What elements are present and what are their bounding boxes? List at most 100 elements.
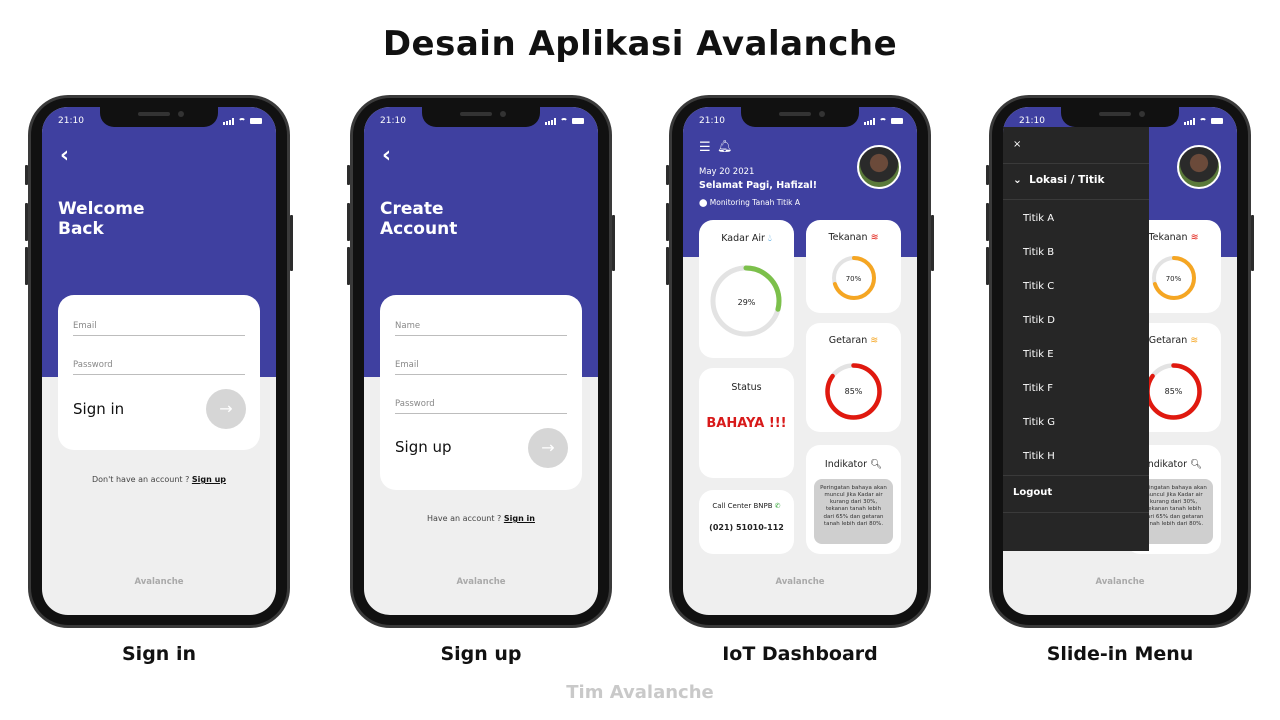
brand-label: Avalanche bbox=[1095, 577, 1145, 587]
vibration-icon: ≋ bbox=[870, 335, 879, 346]
avatar[interactable] bbox=[857, 145, 901, 189]
call-center-card[interactable]: Call Center BNPB ✆ (021) 51010-112 bbox=[699, 490, 794, 554]
arrow-right-icon: → bbox=[219, 399, 233, 418]
signal-icon bbox=[864, 117, 875, 125]
search-doc-icon: 🔍︎ bbox=[1190, 459, 1203, 470]
getaran-title: Getaran ≋ bbox=[806, 335, 901, 346]
kadar-air-card[interactable]: Kadar Air 💧︎ 29% bbox=[699, 220, 794, 358]
vibration-icon: ≋ bbox=[1190, 335, 1199, 346]
signup-screen: 21:10 ‹ Create Account Name Email Passwo… bbox=[364, 107, 598, 615]
signin-link[interactable]: Sign in bbox=[504, 514, 535, 523]
signup-label: Sign up bbox=[395, 438, 452, 456]
status-bar: 21:10 bbox=[380, 115, 584, 127]
status-bar: 21:10 bbox=[699, 115, 903, 127]
drawer-item-titik-g[interactable]: Titik G bbox=[1023, 417, 1055, 428]
signin-prompt: Have an account ? Sign in bbox=[364, 514, 598, 523]
kadar-air-value: 29% bbox=[737, 298, 756, 307]
close-icon[interactable]: × bbox=[1013, 139, 1021, 150]
bell-icon[interactable]: 🔔︎ bbox=[717, 140, 732, 152]
call-center-title: Call Center BNPB ✆ bbox=[699, 502, 794, 510]
phone-menu: 21:10 Tekanan ≋ 70% Getaran ≋ 85% Indika… bbox=[986, 95, 1254, 628]
water-drop-icon: 💧︎ bbox=[767, 233, 772, 244]
phone-icon: ✆ bbox=[774, 502, 781, 510]
getaran-value: 85% bbox=[844, 387, 863, 396]
status-value: BAHAYA !!! bbox=[706, 416, 787, 431]
name-field[interactable]: Name bbox=[395, 321, 567, 336]
status-title: Status bbox=[731, 382, 762, 393]
greeting-label: Selamat Pagi, Hafizal! bbox=[699, 180, 818, 191]
battery-icon bbox=[572, 118, 584, 124]
signup-prompt: Don't have an account ? Sign up bbox=[42, 475, 276, 484]
caption-signin: Sign in bbox=[122, 643, 196, 665]
password-field[interactable]: Password bbox=[73, 360, 245, 375]
tekanan-label: Tekanan bbox=[1148, 232, 1188, 243]
pressure-icon: ≋ bbox=[1190, 232, 1199, 243]
chevron-down-icon: ⌄ bbox=[1013, 174, 1022, 186]
drawer-section-header[interactable]: ⌄ Lokasi / Titik bbox=[1013, 174, 1104, 186]
drawer-item-titik-d[interactable]: Titik D bbox=[1023, 315, 1055, 326]
call-center-label: Call Center BNPB bbox=[712, 502, 773, 510]
battery-icon bbox=[891, 118, 903, 124]
indikator-card: Indikator 🔍︎ Peringatan bahaya akan munc… bbox=[806, 445, 901, 554]
page-title: Desain Aplikasi Avalanche bbox=[382, 24, 898, 64]
dashboard-screen: 21:10 ☰ 🔔︎ May 20 2021 Selamat Pagi, Haf… bbox=[683, 107, 917, 615]
signin-heading: Welcome Back bbox=[58, 199, 145, 239]
drawer-item-titik-a[interactable]: Titik A bbox=[1023, 213, 1054, 224]
location-pin-icon: ⬤ bbox=[699, 198, 708, 207]
brand-label: Avalanche bbox=[775, 577, 825, 587]
status-card: Status BAHAYA !!! bbox=[699, 368, 794, 478]
avatar bbox=[1177, 145, 1221, 189]
password-field[interactable]: Password bbox=[395, 399, 567, 414]
tekanan-card[interactable]: Tekanan ≋ 70% bbox=[806, 220, 901, 313]
back-icon[interactable]: ‹ bbox=[60, 145, 69, 167]
signin-screen: 21:10 ‹ Welcome Back Email Password Sign… bbox=[42, 107, 276, 615]
email-field[interactable]: Email bbox=[395, 360, 567, 375]
drawer-section-label: Lokasi / Titik bbox=[1029, 174, 1105, 186]
signup-link[interactable]: Sign up bbox=[192, 475, 226, 484]
tekanan-title: Tekanan ≋ bbox=[806, 232, 901, 243]
wifi-icon bbox=[1199, 118, 1207, 124]
kadar-air-label: Kadar Air bbox=[721, 233, 765, 244]
tekanan-label: Tekanan bbox=[828, 232, 868, 243]
menu-screen: 21:10 Tekanan ≋ 70% Getaran ≋ 85% Indika… bbox=[1003, 107, 1237, 615]
caption-dashboard: IoT Dashboard bbox=[722, 643, 878, 665]
hamburger-menu-icon[interactable]: ☰ bbox=[699, 141, 711, 154]
phone-signin: 21:10 ‹ Welcome Back Email Password Sign… bbox=[25, 95, 293, 628]
caption-signup: Sign up bbox=[440, 643, 522, 665]
drawer-item-titik-f[interactable]: Titik F bbox=[1023, 383, 1053, 394]
slide-in-drawer: × ⌄ Lokasi / Titik Titik A Titik B Titik… bbox=[1003, 127, 1149, 551]
signup-heading: Create Account bbox=[380, 199, 458, 239]
back-icon[interactable]: ‹ bbox=[382, 145, 391, 167]
signin-label: Sign in bbox=[73, 400, 125, 418]
status-time: 21:10 bbox=[380, 116, 406, 126]
email-field[interactable]: Email bbox=[73, 321, 245, 336]
arrow-right-icon: → bbox=[541, 438, 555, 457]
location-text: Monitoring Tanah Titik A bbox=[709, 198, 801, 207]
signin-submit-button[interactable]: → bbox=[206, 389, 246, 429]
brand-label: Avalanche bbox=[456, 577, 506, 587]
signin-card: Email Password Sign in → bbox=[58, 295, 260, 450]
signal-icon bbox=[223, 117, 234, 125]
status-time: 21:10 bbox=[58, 116, 84, 126]
drawer-item-titik-h[interactable]: Titik H bbox=[1023, 451, 1055, 462]
drawer-item-titik-e[interactable]: Titik E bbox=[1023, 349, 1054, 360]
drawer-item-titik-b[interactable]: Titik B bbox=[1023, 247, 1054, 258]
caption-menu: Slide-in Menu bbox=[1046, 643, 1194, 665]
wifi-icon bbox=[560, 118, 568, 124]
drawer-item-titik-c[interactable]: Titik C bbox=[1023, 281, 1054, 292]
signal-icon bbox=[1184, 117, 1195, 125]
signup-submit-button[interactable]: → bbox=[528, 428, 568, 468]
indikator-label: Indikator bbox=[1144, 459, 1187, 470]
battery-icon bbox=[1211, 118, 1223, 124]
status-time: 21:10 bbox=[1019, 116, 1045, 126]
brand-label: Avalanche bbox=[134, 577, 184, 587]
getaran-card[interactable]: Getaran ≋ 85% bbox=[806, 323, 901, 432]
logout-button[interactable]: Logout bbox=[1013, 487, 1052, 498]
phone-dashboard: 21:10 ☰ 🔔︎ May 20 2021 Selamat Pagi, Haf… bbox=[666, 95, 934, 628]
kadar-air-title: Kadar Air 💧︎ bbox=[699, 233, 794, 244]
getaran-label: Getaran bbox=[1148, 335, 1188, 346]
signin-prompt-text: Have an account ? bbox=[427, 514, 502, 523]
indikator-text: Peringatan bahaya akan muncul jika Kadar… bbox=[814, 479, 893, 544]
indikator-label: Indikator bbox=[824, 459, 867, 470]
wifi-icon bbox=[238, 118, 246, 124]
